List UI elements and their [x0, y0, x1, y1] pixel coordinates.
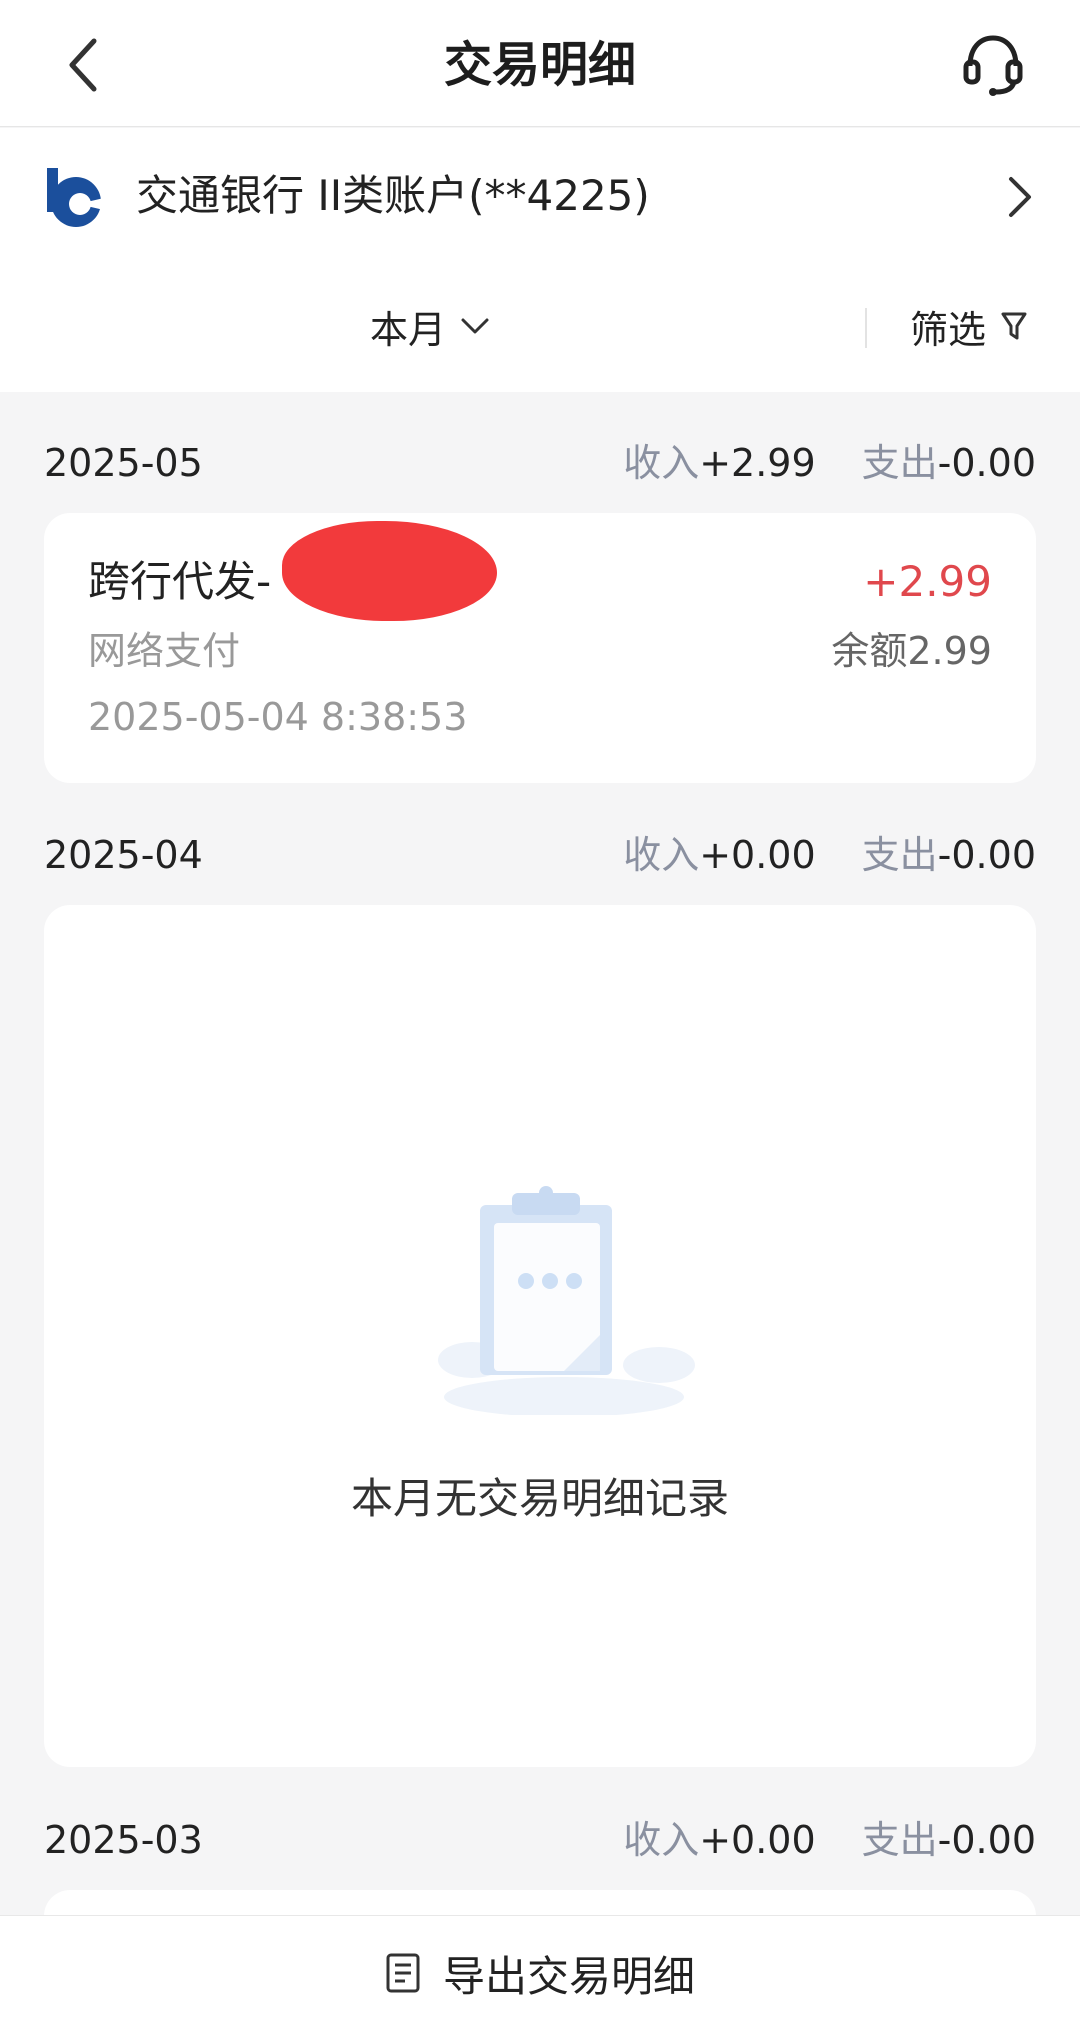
transaction-card[interactable]: 跨行代发- +2.99 网络支付 余额2.99 2025-05-04 8:38:… [44, 513, 1036, 783]
income-value: +0.00 [699, 1818, 816, 1862]
export-label: 导出交易明细 [442, 1951, 695, 2001]
page-title: 交易明细 [443, 37, 636, 93]
chevron-right-icon [1009, 177, 1031, 217]
month-title: 2025-04 [44, 833, 203, 877]
income-value: +2.99 [699, 441, 816, 485]
filter-button[interactable]: 筛选 [910, 296, 1028, 356]
empty-state-card: 本月无交易明细记录 [44, 905, 1036, 1767]
app-header: 交易明细 [0, 0, 1080, 127]
income-label: 收入 [623, 1818, 700, 1862]
month-dropdown-label: 本月 [370, 307, 447, 352]
bank-logo [47, 168, 104, 227]
document-icon [386, 1953, 420, 1993]
month-summary: 收入+2.99 支出-0.00 [623, 436, 1036, 490]
income-label: 收入 [623, 441, 700, 485]
customer-service-button[interactable] [956, 28, 1030, 102]
expense-label: 支出 [861, 1818, 938, 1862]
transaction-name: 跨行代发- [88, 557, 272, 606]
empty-state-text: 本月无交易明细记录 [350, 1474, 729, 1523]
month-title: 2025-05 [44, 441, 203, 485]
month-header: 2025-05 收入+2.99 支出-0.00 [0, 418, 1080, 508]
expense-value: -0.00 [937, 441, 1036, 485]
expense-label: 支出 [861, 441, 938, 485]
account-selector[interactable]: 交通银行 II类账户(**4225) [0, 128, 1080, 264]
transaction-detail-page: 交易明细 交通银行 II类账户(**4225) 本月 筛选 2025-05 收入… [0, 0, 1080, 2030]
chevron-down-icon [461, 318, 489, 334]
redaction-mark [282, 521, 497, 621]
transaction-time: 2025-05-04 8:38:53 [88, 695, 468, 739]
empty-clipboard-icon [438, 1186, 695, 1415]
filter-divider [865, 308, 867, 348]
funnel-icon [1001, 312, 1027, 340]
filter-label: 筛选 [910, 307, 987, 352]
month-summary: 收入+0.00 支出-0.00 [623, 828, 1036, 882]
expense-label: 支出 [861, 833, 938, 877]
account-arrow [1000, 172, 1040, 222]
transaction-balance: 余额2.99 [831, 629, 992, 673]
account-name: 交通银行 II类账户(**4225) [136, 171, 650, 220]
income-value: +0.00 [699, 833, 816, 877]
month-title: 2025-03 [44, 1818, 203, 1862]
account-section: 交通银行 II类账户(**4225) 本月 筛选 [0, 128, 1080, 392]
month-header: 2025-04 收入+0.00 支出-0.00 [0, 810, 1080, 900]
month-header: 2025-03 收入+0.00 支出-0.00 [0, 1795, 1080, 1885]
transaction-channel: 网络支付 [88, 629, 241, 673]
expense-value: -0.00 [937, 1818, 1036, 1862]
expense-value: -0.00 [937, 833, 1036, 877]
headset-icon [963, 35, 1023, 96]
month-summary: 收入+0.00 支出-0.00 [623, 1813, 1036, 1867]
transaction-amount: +2.99 [863, 557, 992, 606]
export-button[interactable]: 导出交易明细 [0, 1915, 1080, 2030]
filter-row: 本月 筛选 [0, 264, 1080, 392]
month-dropdown[interactable]: 本月 [370, 296, 490, 356]
income-label: 收入 [623, 833, 700, 877]
